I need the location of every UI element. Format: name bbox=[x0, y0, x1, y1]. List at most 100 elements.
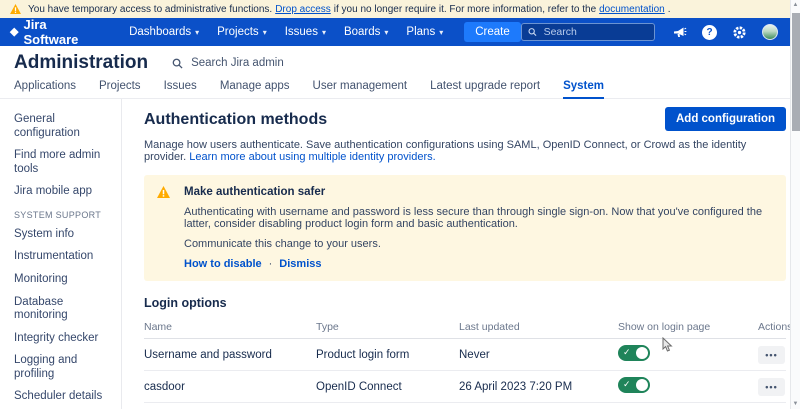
help-button[interactable]: ? bbox=[702, 25, 717, 40]
sidebar-item-scheduler-details[interactable]: Scheduler details bbox=[14, 390, 115, 404]
nav-item-label: Issues bbox=[285, 26, 318, 38]
tab-manage-apps[interactable]: Manage apps bbox=[220, 80, 290, 98]
table-row: Username and password Product login form… bbox=[144, 339, 786, 371]
sidebar-section-system-support: SYSTEM SUPPORT bbox=[14, 210, 115, 220]
actions-menu-button[interactable]: ••• bbox=[758, 346, 785, 364]
banner-text: if you no longer require it. For more in… bbox=[334, 4, 596, 15]
link-separator: · bbox=[269, 258, 273, 270]
jira-logo-icon: ◆ bbox=[10, 27, 18, 38]
sidebar-item-jira-mobile-app[interactable]: Jira mobile app bbox=[14, 185, 115, 199]
navbar-search-input[interactable] bbox=[542, 25, 648, 39]
chevron-down-icon: ▾ bbox=[322, 28, 326, 37]
column-header-show-on-login-page: Show on login page bbox=[618, 316, 758, 339]
section-heading: Authentication methods bbox=[144, 111, 327, 129]
login-options-heading: Login options bbox=[144, 296, 786, 310]
sidebar-item-find-more-admin-tools[interactable]: Find more admin tools bbox=[14, 149, 115, 176]
documentation-link[interactable]: documentation bbox=[599, 4, 665, 15]
table-row: casdoor OpenID Connect 26 April 2023 7:2… bbox=[144, 371, 786, 403]
learn-more-link[interactable]: Learn more about using multiple identity… bbox=[189, 151, 435, 163]
column-header-name: Name bbox=[144, 316, 316, 339]
brand-name: Jira Software bbox=[23, 17, 94, 47]
nav-item-dashboards[interactable]: Dashboards ▾ bbox=[129, 26, 199, 38]
authentication-methods-panel: Authentication methods Add configuration… bbox=[122, 99, 800, 409]
nav-item-plans[interactable]: Plans ▾ bbox=[406, 26, 443, 38]
banner-text: . bbox=[668, 4, 671, 15]
user-menu-button[interactable] bbox=[762, 24, 778, 40]
megaphone-icon bbox=[673, 26, 687, 39]
column-header-actions: Actions bbox=[758, 316, 786, 339]
tab-issues[interactable]: Issues bbox=[164, 80, 197, 98]
scroll-down-arrow-icon[interactable]: ▼ bbox=[791, 401, 800, 407]
login-option-name: Username and password bbox=[144, 339, 316, 371]
sidebar-item-database-monitoring[interactable]: Database monitoring bbox=[14, 296, 115, 323]
login-option-last-updated: Never bbox=[459, 339, 618, 371]
sidebar-item-monitoring[interactable]: Monitoring bbox=[14, 273, 115, 287]
sidebar-item-integrity-checker[interactable]: Integrity checker bbox=[14, 332, 115, 346]
warning-text: Authenticating with username and passwor… bbox=[184, 206, 772, 230]
toggle-knob bbox=[636, 379, 648, 391]
nav-item-label: Plans bbox=[406, 26, 435, 38]
check-icon: ✓ bbox=[623, 347, 631, 358]
drop-access-link[interactable]: Drop access bbox=[275, 4, 331, 15]
sidebar-item-system-info[interactable]: System info bbox=[14, 228, 115, 242]
show-on-login-toggle[interactable]: ✓ bbox=[618, 345, 650, 361]
chevron-down-icon: ▾ bbox=[384, 28, 388, 37]
scroll-up-arrow-icon[interactable]: ▲ bbox=[791, 2, 800, 8]
login-option-last-updated: 26 April 2023 7:20 PM bbox=[459, 371, 618, 403]
scrollbar-thumb[interactable] bbox=[792, 13, 800, 131]
ellipsis-icon: ••• bbox=[765, 350, 777, 360]
how-to-disable-link[interactable]: How to disable bbox=[184, 258, 262, 270]
top-navbar: ◆ Jira Software Dashboards ▾ Projects ▾ … bbox=[0, 18, 800, 46]
actions-menu-button[interactable]: ••• bbox=[758, 378, 785, 396]
nav-item-boards[interactable]: Boards ▾ bbox=[344, 26, 388, 38]
check-icon: ✓ bbox=[623, 379, 631, 390]
admin-header: Administration bbox=[0, 46, 800, 80]
announcements-button[interactable] bbox=[673, 26, 687, 39]
warning-icon bbox=[10, 4, 21, 14]
navbar-search[interactable] bbox=[521, 23, 655, 41]
banner-text: You have temporary access to administrat… bbox=[28, 4, 272, 15]
nav-item-issues[interactable]: Issues ▾ bbox=[285, 26, 326, 38]
warning-panel: Make authentication safer Authenticating… bbox=[144, 175, 786, 281]
warning-title: Make authentication safer bbox=[184, 186, 772, 198]
sidebar-item-general-configuration[interactable]: General configuration bbox=[14, 113, 115, 140]
nav-item-projects[interactable]: Projects ▾ bbox=[217, 26, 267, 38]
chevron-down-icon: ▾ bbox=[195, 28, 199, 37]
sidebar-item-logging-and-profiling[interactable]: Logging and profiling bbox=[14, 354, 115, 381]
help-icon: ? bbox=[702, 25, 717, 40]
settings-button[interactable] bbox=[732, 25, 747, 40]
system-sidebar: General configuration Find more admin to… bbox=[0, 99, 122, 409]
column-header-last-updated: Last updated bbox=[459, 316, 618, 339]
show-on-login-toggle[interactable]: ✓ bbox=[618, 377, 650, 393]
tab-system[interactable]: System bbox=[563, 80, 604, 99]
login-options-table: Name Type Last updated Show on login pag… bbox=[144, 316, 786, 403]
tab-projects[interactable]: Projects bbox=[99, 80, 141, 98]
create-button[interactable]: Create bbox=[464, 22, 521, 42]
warning-icon bbox=[157, 186, 170, 198]
chevron-down-icon: ▾ bbox=[439, 28, 443, 37]
jira-home-link[interactable]: ◆ Jira Software bbox=[10, 17, 94, 47]
admin-tabs: Applications Projects Issues Manage apps… bbox=[0, 80, 800, 99]
login-option-name: casdoor bbox=[144, 371, 316, 403]
toggle-knob bbox=[636, 347, 648, 359]
nav-item-label: Boards bbox=[344, 26, 380, 38]
nav-item-label: Projects bbox=[217, 26, 259, 38]
dismiss-link[interactable]: Dismiss bbox=[279, 258, 321, 270]
column-header-type: Type bbox=[316, 316, 459, 339]
admin-search-input[interactable] bbox=[189, 56, 319, 70]
gear-icon bbox=[732, 25, 747, 40]
page-title: Administration bbox=[14, 52, 148, 74]
vertical-scrollbar[interactable]: ▲ ▼ bbox=[790, 0, 800, 409]
user-avatar bbox=[762, 24, 778, 40]
tab-latest-upgrade-report[interactable]: Latest upgrade report bbox=[430, 80, 540, 98]
tab-user-management[interactable]: User management bbox=[313, 80, 408, 98]
admin-search[interactable] bbox=[172, 56, 319, 70]
tab-applications[interactable]: Applications bbox=[14, 80, 76, 98]
jira-admin-screen: You have temporary access to administrat… bbox=[0, 0, 800, 409]
chevron-down-icon: ▾ bbox=[263, 28, 267, 37]
login-option-type: Product login form bbox=[316, 339, 459, 371]
add-configuration-button[interactable]: Add configuration bbox=[665, 107, 786, 131]
admin-access-banner: You have temporary access to administrat… bbox=[0, 0, 800, 18]
sidebar-item-instrumentation[interactable]: Instrumentation bbox=[14, 250, 115, 264]
search-icon bbox=[172, 58, 183, 69]
